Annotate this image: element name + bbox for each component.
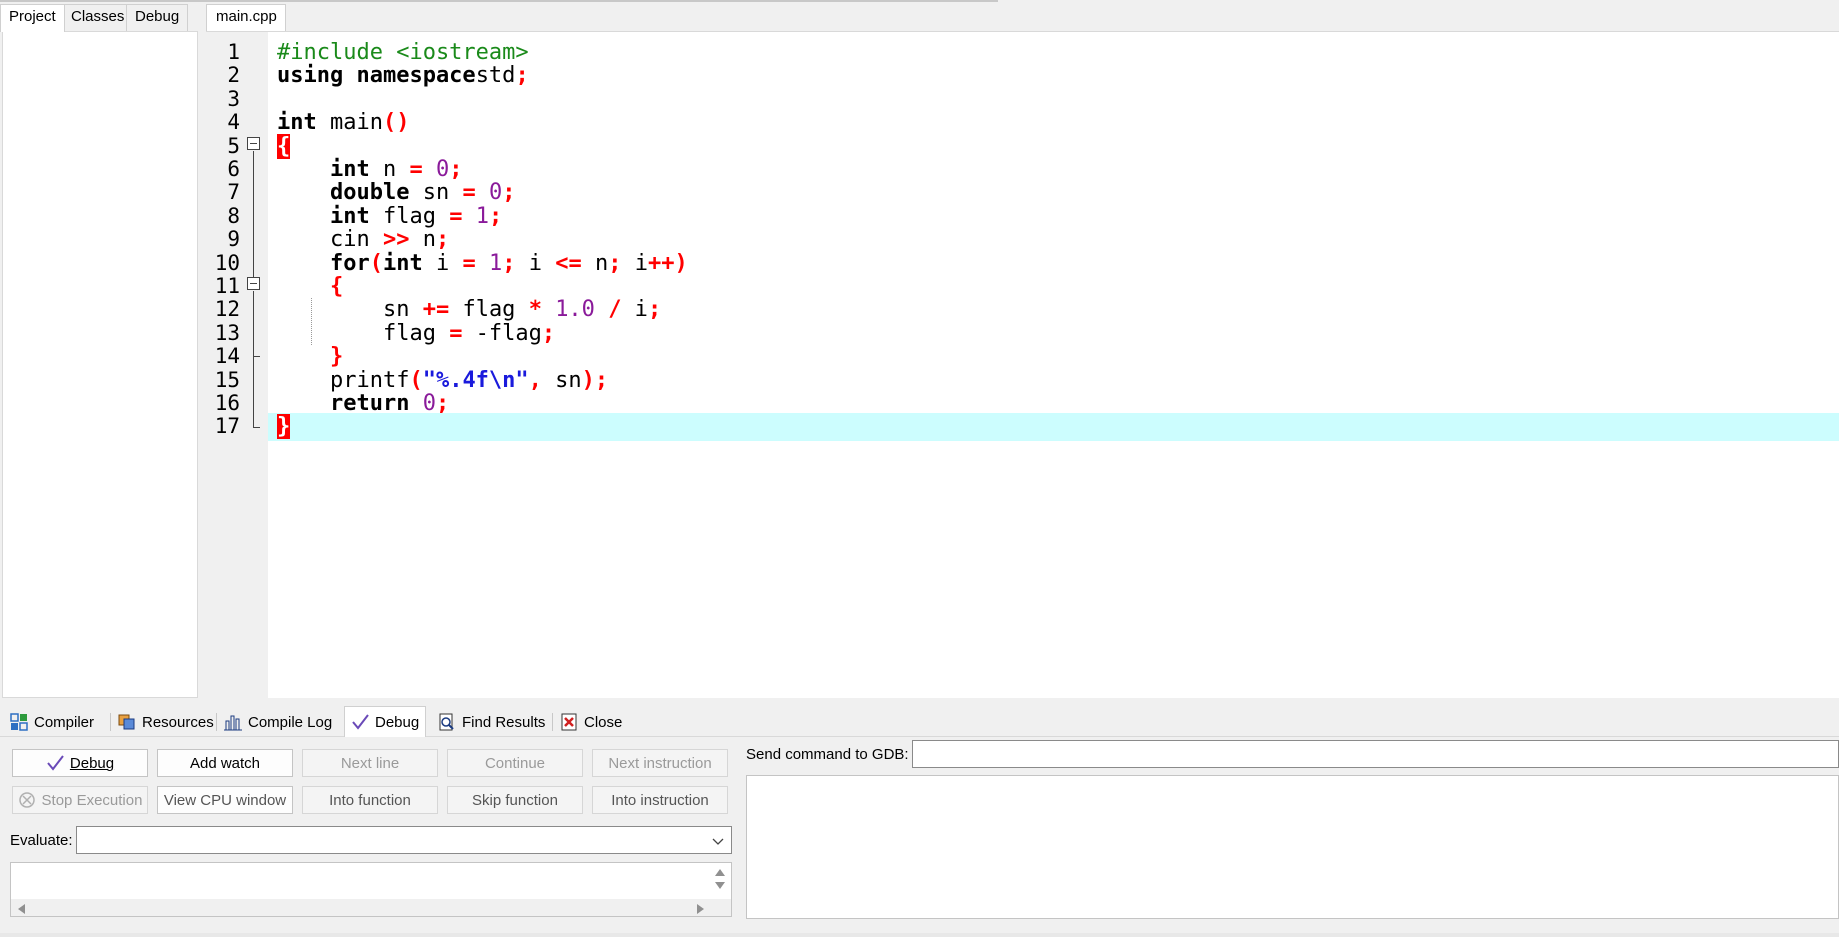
close-icon bbox=[560, 713, 578, 731]
code-area[interactable]: #include <iostream> using namespacestd; in… bbox=[268, 32, 1839, 698]
top-border bbox=[0, 0, 998, 2]
debug-check-icon bbox=[46, 754, 64, 772]
next-line-button[interactable]: Next line bbox=[302, 749, 438, 777]
compiler-grid-icon bbox=[10, 713, 28, 731]
bottom-tab-bar: Compiler Resources Compile Log Debug Fin… bbox=[0, 703, 1839, 737]
project-tree[interactable] bbox=[2, 31, 198, 698]
code-line[interactable]: } bbox=[268, 413, 1839, 441]
debug-button[interactable]: Debug bbox=[12, 749, 148, 777]
into-instruction-button[interactable]: Into instruction bbox=[592, 786, 728, 814]
scroll-left-icon[interactable] bbox=[15, 902, 27, 919]
gdb-command-label: Send command to GDB: bbox=[746, 746, 909, 763]
tab-separator bbox=[552, 713, 553, 731]
tab-close-label: Close bbox=[584, 713, 623, 731]
tab-compiler-label: Compiler bbox=[34, 713, 95, 731]
fold-toggle-icon[interactable] bbox=[247, 136, 260, 150]
evaluate-label: Evaluate: bbox=[10, 832, 73, 849]
scroll-right-icon[interactable] bbox=[695, 902, 707, 919]
next-instruction-button[interactable]: Next instruction bbox=[592, 749, 728, 777]
editor-gutter: 1 2 3 4 5 6 7 8 9 10 11 12 13 14 15 16 17 bbox=[206, 32, 268, 698]
debug-button-label: Debug bbox=[69, 754, 115, 772]
fold-line bbox=[253, 291, 254, 428]
status-bar bbox=[0, 933, 1839, 937]
fold-end-marker bbox=[253, 356, 260, 358]
tab-debug-bottom[interactable]: Debug bbox=[344, 706, 427, 737]
gdb-command-input[interactable] bbox=[912, 740, 1839, 768]
fold-end-marker bbox=[253, 427, 260, 429]
tab-compile-log[interactable]: Compile Log bbox=[218, 708, 338, 736]
add-watch-button[interactable]: Add watch bbox=[157, 749, 293, 777]
stop-x-icon bbox=[18, 791, 36, 809]
tab-find-results-label: Find Results bbox=[462, 713, 546, 731]
find-results-icon bbox=[438, 713, 456, 731]
tab-project[interactable]: Project bbox=[0, 4, 65, 32]
continue-button[interactable]: Continue bbox=[447, 749, 583, 777]
editor-tab-main-cpp[interactable]: main.cpp bbox=[206, 4, 286, 31]
tab-classes[interactable]: Classes bbox=[62, 4, 134, 31]
tab-separator bbox=[216, 713, 217, 731]
code-editor[interactable]: 1 2 3 4 5 6 7 8 9 10 11 12 13 14 15 16 17 #include <iost… bbox=[206, 31, 1839, 698]
skip-function-button[interactable]: Skip function bbox=[447, 786, 583, 814]
debug-panel: Debug Add watch Next line Continue Next … bbox=[0, 737, 1839, 937]
tab-debug-left[interactable]: Debug bbox=[126, 4, 189, 31]
gdb-output[interactable] bbox=[746, 775, 1839, 919]
chevron-down-icon[interactable] bbox=[709, 832, 727, 850]
evaluate-output[interactable] bbox=[10, 862, 732, 917]
code-text: } bbox=[277, 414, 291, 440]
indent-guide bbox=[311, 298, 312, 346]
line-number[interactable]: 17 bbox=[206, 413, 240, 441]
tab-compiler[interactable]: Compiler bbox=[4, 708, 100, 736]
compile-log-chart-icon bbox=[224, 713, 242, 731]
tab-resources[interactable]: Resources bbox=[112, 708, 220, 736]
tab-resources-label: Resources bbox=[142, 713, 214, 731]
fold-line bbox=[253, 150, 254, 277]
fold-toggle-icon[interactable] bbox=[247, 277, 260, 290]
tab-close[interactable]: Close bbox=[554, 708, 628, 736]
scroll-down-icon[interactable] bbox=[713, 879, 727, 896]
into-function-button[interactable]: Into function bbox=[302, 786, 438, 814]
tab-separator bbox=[110, 713, 111, 731]
debug-check-icon bbox=[351, 713, 369, 731]
left-panel: Project Classes Debug bbox=[0, 4, 200, 698]
tab-compile-log-label: Compile Log bbox=[248, 713, 333, 731]
evaluate-combobox[interactable] bbox=[76, 826, 732, 854]
left-panel-tabs: Project Classes Debug bbox=[0, 4, 200, 32]
tab-find-results[interactable]: Find Results bbox=[432, 708, 551, 736]
tab-debug-bottom-label: Debug bbox=[375, 713, 420, 731]
horizontal-scrollbar[interactable] bbox=[11, 899, 731, 916]
view-cpu-window-button[interactable]: View CPU window bbox=[157, 786, 293, 814]
stop-execution-button[interactable]: Stop Execution bbox=[12, 786, 148, 814]
resources-icon bbox=[118, 713, 136, 731]
stop-execution-label: Stop Execution bbox=[41, 791, 143, 809]
